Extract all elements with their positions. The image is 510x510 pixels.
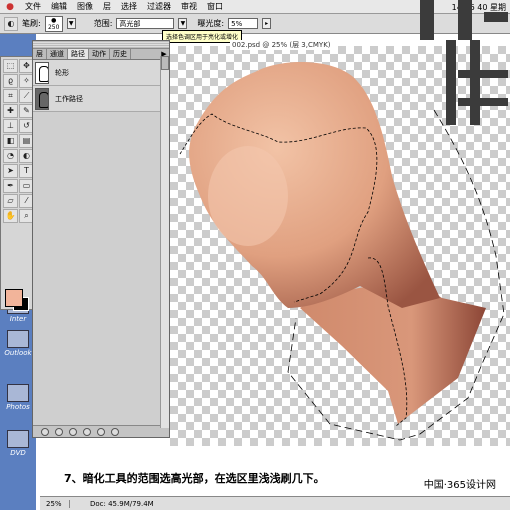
stamp-tool-icon[interactable]: ⊥ bbox=[3, 119, 18, 133]
path-name: 工作路径 bbox=[55, 94, 83, 103]
tab-actions[interactable]: 动作 bbox=[89, 49, 110, 59]
foreground-color-swatch[interactable] bbox=[5, 289, 23, 307]
logo-bar bbox=[458, 0, 472, 40]
tab-layers[interactable]: 层 bbox=[33, 49, 47, 59]
path-item[interactable]: 工作路径 bbox=[33, 86, 169, 112]
desktop-icon-outlook[interactable]: Outlook bbox=[0, 330, 36, 357]
path-thumbnail bbox=[35, 87, 49, 110]
delete-path-icon[interactable] bbox=[111, 427, 119, 436]
pen-tool-icon[interactable]: ✒ bbox=[3, 179, 18, 193]
menu-view[interactable]: 审视 bbox=[176, 1, 202, 12]
logo-bar bbox=[458, 70, 508, 78]
range-value: 高光部 bbox=[119, 19, 141, 28]
range-dropdown-arrow[interactable]: ▼ bbox=[178, 18, 188, 29]
fill-path-icon[interactable] bbox=[41, 427, 49, 436]
caption-text: 7、暗化工具的范围选高光部，在选区里浅浅刷几下。 bbox=[64, 472, 325, 485]
logo-bar bbox=[446, 40, 456, 125]
status-bar: 25% Doc: 45.9M/79.4M bbox=[40, 496, 510, 510]
desktop-icon-label: DVD bbox=[10, 449, 26, 457]
watermark-logo bbox=[420, 0, 508, 125]
brush-size: 250 bbox=[47, 23, 60, 31]
load-selection-icon[interactable] bbox=[69, 427, 77, 436]
brush-dropdown-arrow[interactable]: ▼ bbox=[66, 18, 76, 29]
stroke-path-icon[interactable] bbox=[55, 427, 63, 436]
toolbox: ⬚ ✥ ϱ ✧ ⌗ ⟋ ✚ ✎ ⊥ ↺ ◧ ▤ ◔ ◐ ➤ T ✒ ▭ ▱ ⁄ … bbox=[0, 56, 34, 311]
apple-icon[interactable]: ● bbox=[0, 2, 20, 12]
tutorial-caption: 7、暗化工具的范围选高光部，在选区里浅浅刷几下。 中国·365设计网 bbox=[40, 462, 510, 496]
brush-label: 笔刷: bbox=[22, 19, 41, 28]
logo-bar bbox=[420, 0, 434, 40]
menu-window[interactable]: 窗口 bbox=[202, 1, 228, 12]
panel-scrollbar[interactable] bbox=[160, 56, 169, 428]
new-path-icon[interactable] bbox=[97, 427, 105, 436]
app-icon bbox=[7, 330, 29, 348]
paths-panel: 层 通道 路径 动作 历史 ▶ 轮形 工作路径 bbox=[32, 40, 170, 438]
zoom-level[interactable]: 25% bbox=[40, 499, 70, 508]
tab-channels[interactable]: 通道 bbox=[47, 49, 68, 59]
menu-filter[interactable]: 过滤器 bbox=[142, 1, 176, 12]
path-name: 轮形 bbox=[55, 68, 69, 77]
blur-tool-icon[interactable]: ◔ bbox=[3, 149, 18, 163]
desktop-icon-label: Photos bbox=[6, 403, 30, 411]
menu-file[interactable]: 文件 bbox=[20, 1, 46, 12]
doc-size: Doc: 45.9M/79.4M bbox=[90, 499, 154, 508]
tab-history[interactable]: 历史 bbox=[110, 49, 131, 59]
app-icon bbox=[7, 384, 29, 402]
menu-edit[interactable]: 编辑 bbox=[46, 1, 72, 12]
eraser-tool-icon[interactable]: ◧ bbox=[3, 134, 18, 148]
path-item[interactable]: 轮形 bbox=[33, 60, 169, 86]
notes-tool-icon[interactable]: ▱ bbox=[3, 194, 18, 208]
exposure-field[interactable]: 5% bbox=[228, 18, 259, 29]
document-title: 002.psd @ 25% (层 3,CMYK) bbox=[230, 40, 333, 50]
brush-picker[interactable]: ● 250 bbox=[44, 15, 63, 32]
desktop-icon-label: Outlook bbox=[4, 349, 32, 357]
desktop-icon-dvd[interactable]: DVD bbox=[0, 430, 36, 457]
hand-tool-icon[interactable]: ✋ bbox=[3, 209, 18, 223]
panel-tabs: 层 通道 路径 动作 历史 ▶ bbox=[33, 49, 169, 60]
panel-bottom-bar bbox=[33, 425, 169, 437]
logo-bar bbox=[470, 40, 480, 125]
brush-dot-icon: ● bbox=[51, 16, 57, 24]
exposure-label: 曝光度: bbox=[197, 19, 225, 28]
face-highlight bbox=[208, 146, 288, 246]
menu-select[interactable]: 选择 bbox=[116, 1, 142, 12]
exposure-value: 5% bbox=[231, 19, 243, 28]
menu-image[interactable]: 图像 bbox=[72, 1, 98, 12]
range-select[interactable]: 高光部 bbox=[116, 18, 175, 29]
exposure-slider-arrow[interactable]: ▸ bbox=[262, 18, 272, 29]
desktop-icon-label: Inter bbox=[9, 315, 27, 323]
burn-tool-icon[interactable]: ◐ bbox=[4, 16, 18, 31]
logo-bar bbox=[484, 12, 508, 22]
path-thumbnail bbox=[35, 61, 49, 84]
logo-bar bbox=[458, 98, 508, 106]
path-select-icon[interactable]: ➤ bbox=[3, 164, 18, 178]
marquee-tool-icon[interactable]: ⬚ bbox=[3, 59, 18, 73]
crop-tool-icon[interactable]: ⌗ bbox=[3, 89, 18, 103]
menu-layer[interactable]: 层 bbox=[98, 1, 116, 12]
lasso-tool-icon[interactable]: ϱ bbox=[3, 74, 18, 88]
panel-titlebar[interactable] bbox=[33, 41, 169, 49]
tab-paths[interactable]: 路径 bbox=[68, 49, 89, 59]
healing-tool-icon[interactable]: ✚ bbox=[3, 104, 18, 118]
dvd-icon bbox=[7, 430, 29, 448]
site-credit: 中国·365设计网 bbox=[423, 480, 496, 491]
make-path-icon[interactable] bbox=[83, 427, 91, 436]
scrollbar-thumb[interactable] bbox=[161, 56, 169, 70]
neck-shape bbox=[300, 284, 486, 424]
range-label: 范围: bbox=[93, 19, 113, 28]
desktop-icon-photos[interactable]: Photos bbox=[0, 384, 36, 411]
